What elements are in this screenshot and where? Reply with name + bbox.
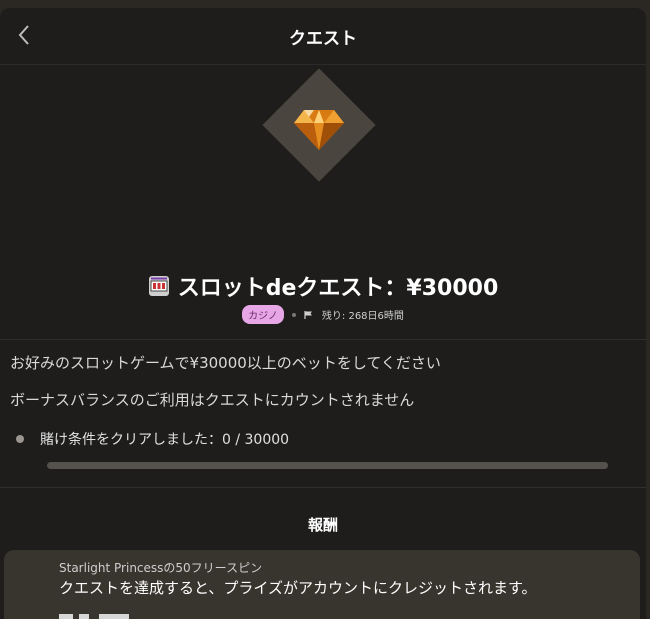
slot-machine-icon bbox=[148, 276, 169, 296]
separator-dot bbox=[291, 312, 296, 317]
reward-name: Starlight Princessの50フリースピン bbox=[59, 561, 263, 575]
quest-gem-icon bbox=[259, 65, 379, 185]
quest-description-2: ボーナスバランスのご利用はクエストにカウントされません bbox=[10, 391, 415, 409]
chevron-left-icon bbox=[18, 25, 29, 45]
bullet-icon bbox=[16, 435, 24, 443]
back-button[interactable] bbox=[10, 20, 38, 50]
header: クエスト bbox=[0, 8, 646, 65]
condition-text: 賭け条件をクリアしました：0 / 30000 bbox=[40, 432, 290, 448]
reward-section-title: 報酬 bbox=[307, 516, 338, 534]
reward-detail-partial bbox=[59, 614, 129, 619]
divider bbox=[0, 487, 646, 488]
divider bbox=[0, 339, 646, 340]
condition-row: 賭け条件をクリアしました：0 / 30000 bbox=[16, 429, 289, 449]
quest-meta: カジノ 残り: 268日6時間 bbox=[0, 305, 646, 324]
page-title: クエスト bbox=[289, 28, 357, 49]
quest-description-1: お好みのスロットゲームで¥30000以上のベットをしてください bbox=[10, 354, 441, 372]
reward-card: Starlight Princessの50フリースピン クエストを達成すると、プ… bbox=[4, 550, 640, 619]
flag-icon bbox=[304, 310, 312, 319]
reward-description: クエストを達成すると、プライズがアカウントにクレジットされます。 bbox=[59, 579, 537, 597]
progress-bar bbox=[47, 462, 608, 469]
remaining-time: 残り: 268日6時間 bbox=[321, 311, 404, 322]
quest-title: スロットdeクエスト：¥30000 bbox=[0, 270, 646, 302]
quest-title-text: スロットdeクエスト：¥30000 bbox=[177, 276, 499, 301]
quest-panel: クエスト スロットdeクエスト：¥30000 カジノ 残り: 268日6時間 お… bbox=[0, 8, 646, 619]
category-badge: カジノ bbox=[242, 305, 284, 324]
